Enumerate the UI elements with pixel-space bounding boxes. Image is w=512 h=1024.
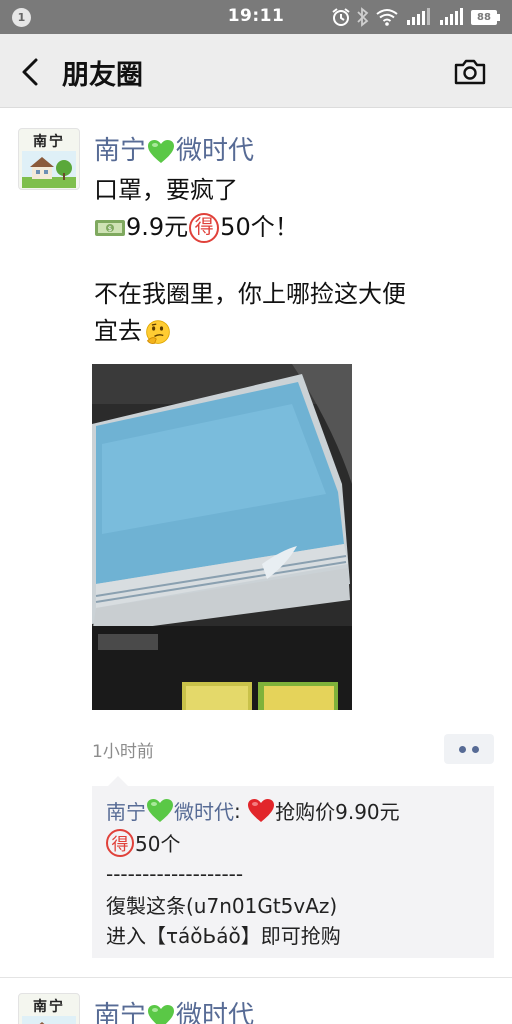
comment-colon: : xyxy=(234,798,248,823)
quantity-text: 50个！ xyxy=(220,213,299,241)
signal-icon-1 xyxy=(407,8,430,25)
de-emoji: 得 xyxy=(189,212,220,243)
de-emoji: 得 xyxy=(106,828,134,857)
alarm-icon xyxy=(332,8,350,26)
green-heart-icon xyxy=(148,139,175,163)
signal-icon-2 xyxy=(440,8,463,25)
house-image xyxy=(22,1016,76,1024)
post-text-line: 不在我圈里，你上哪捡这大便 xyxy=(94,280,406,308)
post-text-line: 口罩，要疯了 xyxy=(94,176,238,204)
wifi-icon xyxy=(376,9,398,26)
comment-line: 得 50个 xyxy=(106,828,180,857)
comment-separator: ------------------- xyxy=(106,862,244,886)
comment-author-part1[interactable]: 南宁 xyxy=(106,796,146,825)
avatar[interactable]: 南宁 xyxy=(18,128,80,190)
status-bar: 1 19:11 88 xyxy=(0,0,512,34)
price-text: 9.9元 xyxy=(126,213,189,241)
money-icon: $ xyxy=(95,219,125,236)
post-divider xyxy=(0,977,512,978)
author-name-part1: 南宁 xyxy=(94,1001,147,1024)
avatar-label: 南宁 xyxy=(33,134,65,150)
green-heart-icon xyxy=(148,1004,175,1024)
red-heart-icon xyxy=(248,798,275,822)
post-photo[interactable] xyxy=(92,364,352,710)
page-title: 朋友圈 xyxy=(62,60,143,91)
comment-line: 南宁 微时代: 抢购价9.90元 xyxy=(106,796,400,825)
post-text-line: $ 9.9元 得 50个！ xyxy=(94,209,494,246)
post-author[interactable]: 南宁 微时代 xyxy=(94,995,254,1024)
comment-box: 南宁 微时代: 抢购价9.90元 得 50个 -------------------… xyxy=(92,776,494,958)
svg-text:$: $ xyxy=(108,225,112,233)
battery-indicator: 88 xyxy=(471,10,500,25)
post-timestamp: 1小时前 xyxy=(92,742,154,762)
author-name-part1: 南宁 xyxy=(94,136,147,166)
status-time: 19:11 xyxy=(227,6,285,26)
comment-author-part2[interactable]: 微时代 xyxy=(174,796,234,825)
green-heart-icon xyxy=(147,798,173,822)
house-image xyxy=(22,151,76,188)
more-dot-icon xyxy=(472,746,479,753)
post-text-line: 宜去 xyxy=(94,313,494,350)
post-author[interactable]: 南宁 微时代 xyxy=(94,130,254,167)
comment-text: 抢购价9.90元 xyxy=(275,800,400,824)
author-name-part2: 微时代 xyxy=(176,136,255,166)
avatar-label: 南宁 xyxy=(33,999,65,1015)
more-actions-button[interactable] xyxy=(444,734,494,764)
avatar[interactable]: 南宁 xyxy=(18,993,80,1024)
comment-text: 50个 xyxy=(135,832,181,856)
thinking-face-icon xyxy=(146,319,170,344)
bluetooth-icon xyxy=(357,7,369,27)
post-text-fragment: 宜去 xyxy=(94,317,142,345)
comment-text: 復製这条(u7n01Gt5vAz) xyxy=(106,894,338,918)
back-arrow-icon[interactable] xyxy=(16,54,46,90)
author-name-part2: 微时代 xyxy=(176,1001,255,1024)
more-dot-icon xyxy=(459,746,466,753)
camera-icon[interactable] xyxy=(452,54,488,90)
nav-header: 朋友圈 xyxy=(0,34,512,108)
comment-text: 进入【τáǒЬáǒ】即可抢购 xyxy=(106,924,341,948)
